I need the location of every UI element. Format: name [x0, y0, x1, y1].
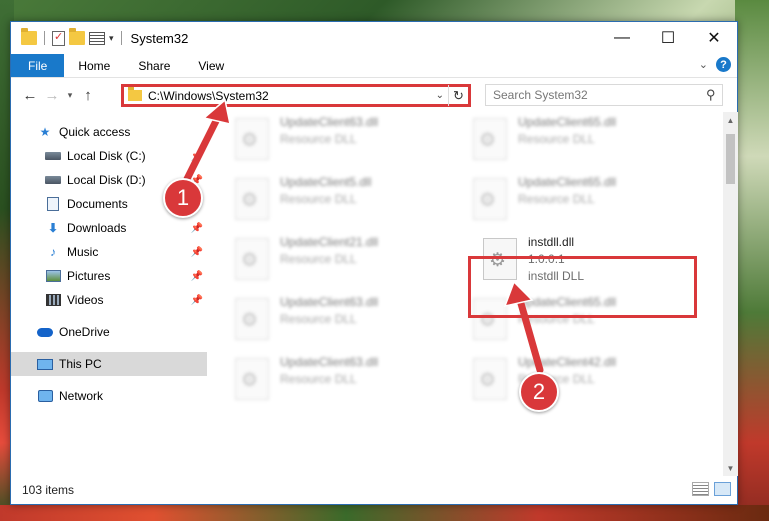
arrow-1-head [202, 98, 231, 125]
callout-arrows [182, 98, 544, 374]
callout-badge-1: 1 [163, 178, 203, 218]
arrow-1-shaft [182, 113, 222, 185]
arrow-2-shaft [516, 296, 544, 374]
arrow-2-head [503, 280, 534, 308]
callout-badge-2: 2 [519, 372, 559, 412]
